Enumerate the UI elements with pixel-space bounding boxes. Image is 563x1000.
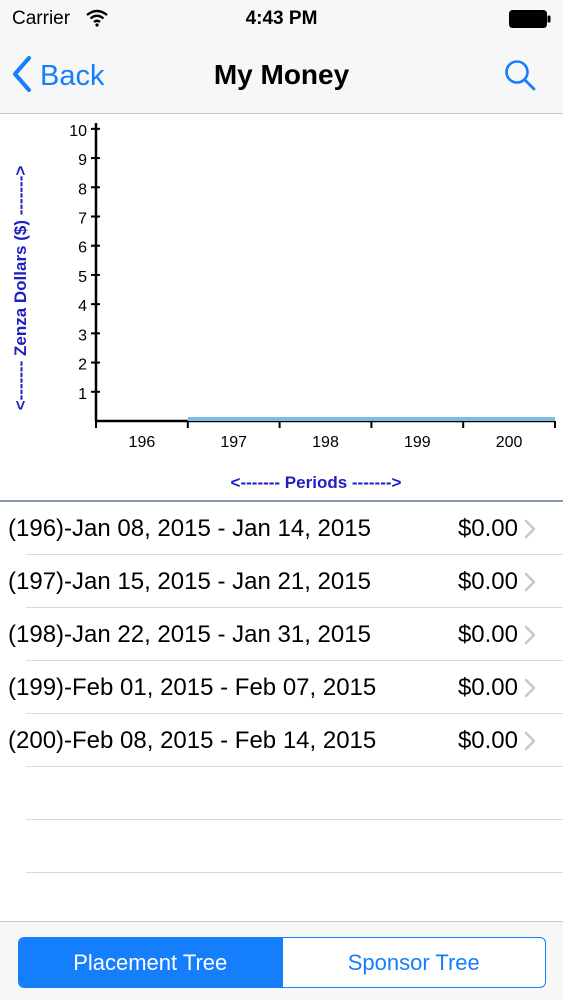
bottom-toolbar: Placement Tree Sponsor Tree — [0, 921, 563, 1000]
bar-199 — [371, 417, 464, 421]
y-tick-label: 2 — [78, 357, 87, 374]
segment-placement-tree[interactable]: Placement Tree — [19, 938, 282, 987]
period-amount: $0.00 — [457, 621, 518, 648]
y-tick-label: 1 — [78, 386, 87, 403]
battery-icon — [509, 10, 551, 33]
period-label: (196)-Jan 08, 2015 - Jan 14, 2015 — [8, 515, 371, 542]
x-tick-label: 200 — [496, 434, 523, 451]
segment-sponsor-tree[interactable]: Sponsor Tree — [281, 938, 546, 987]
empty-row — [0, 767, 563, 820]
x-tick-label: 196 — [129, 434, 156, 451]
chart-svg: 1 2 3 4 5 6 7 8 9 10 196 197 198 199 200 <------- Perio… — [11, 123, 556, 492]
empty-row — [0, 873, 563, 926]
money-chart: 1 2 3 4 5 6 7 8 9 10 196 197 198 199 200 <------- Perio… — [0, 115, 563, 500]
period-row[interactable]: (199)-Feb 01, 2015 - Feb 07, 2015 $0.00 — [0, 661, 563, 714]
tree-segmented-control: Placement Tree Sponsor Tree — [18, 937, 546, 988]
y-tick-label: 3 — [78, 327, 87, 344]
y-tick-label: 7 — [78, 210, 87, 227]
chevron-right-icon — [524, 625, 536, 650]
search-icon — [503, 60, 537, 96]
period-label: (198)-Jan 22, 2015 - Jan 31, 2015 — [8, 621, 371, 648]
period-label: (197)-Jan 15, 2015 - Jan 21, 2015 — [8, 568, 371, 595]
chevron-right-icon — [524, 731, 536, 756]
y-tick-label: 4 — [78, 298, 87, 315]
period-label: (200)-Feb 08, 2015 - Feb 14, 2015 — [8, 727, 377, 754]
period-amount: $0.00 — [457, 515, 518, 542]
period-label: (199)-Feb 01, 2015 - Feb 07, 2015 — [8, 674, 377, 701]
x-tick-label: 199 — [404, 434, 431, 451]
page-title: My Money — [213, 59, 350, 90]
bar-197 — [187, 417, 280, 421]
x-axis-label: <------- Periods -------> — [231, 473, 402, 492]
y-tick-label: 10 — [69, 123, 87, 140]
x-tick-label: 198 — [312, 434, 339, 451]
y-tick-label: 5 — [78, 269, 87, 286]
period-amount: $0.00 — [457, 727, 518, 754]
empty-row — [0, 820, 563, 873]
x-tick-label: 197 — [220, 434, 247, 451]
period-row[interactable]: (200)-Feb 08, 2015 - Feb 14, 2015 $0.00 — [0, 714, 563, 767]
chevron-right-icon — [524, 519, 536, 544]
chevron-right-icon — [524, 572, 536, 597]
bar-198 — [279, 417, 372, 421]
y-tick-label: 9 — [78, 152, 87, 169]
period-amount: $0.00 — [457, 568, 518, 595]
clock: 4:43 PM — [245, 8, 318, 29]
chevron-right-icon — [524, 678, 536, 703]
bar-200 — [463, 417, 555, 421]
period-amount: $0.00 — [457, 674, 518, 701]
navigation-bar: Back My Money — [0, 40, 563, 114]
search-button[interactable] — [503, 58, 537, 97]
period-row[interactable]: (198)-Jan 22, 2015 - Jan 31, 2015 $0.00 — [0, 608, 563, 661]
period-list: (196)-Jan 08, 2015 - Jan 14, 2015 $0.00 (1… — [0, 502, 563, 926]
y-tick-label: 8 — [78, 181, 87, 198]
status-bar: Carrier 4:43 PM — [0, 0, 563, 40]
period-row[interactable]: (197)-Jan 15, 2015 - Jan 21, 2015 $0.00 — [0, 555, 563, 608]
y-axis-label: <------- Zenza Dollars ($) -------> — [11, 166, 30, 411]
y-tick-label: 6 — [78, 240, 87, 257]
period-row[interactable]: (196)-Jan 08, 2015 - Jan 14, 2015 $0.00 — [0, 502, 563, 555]
